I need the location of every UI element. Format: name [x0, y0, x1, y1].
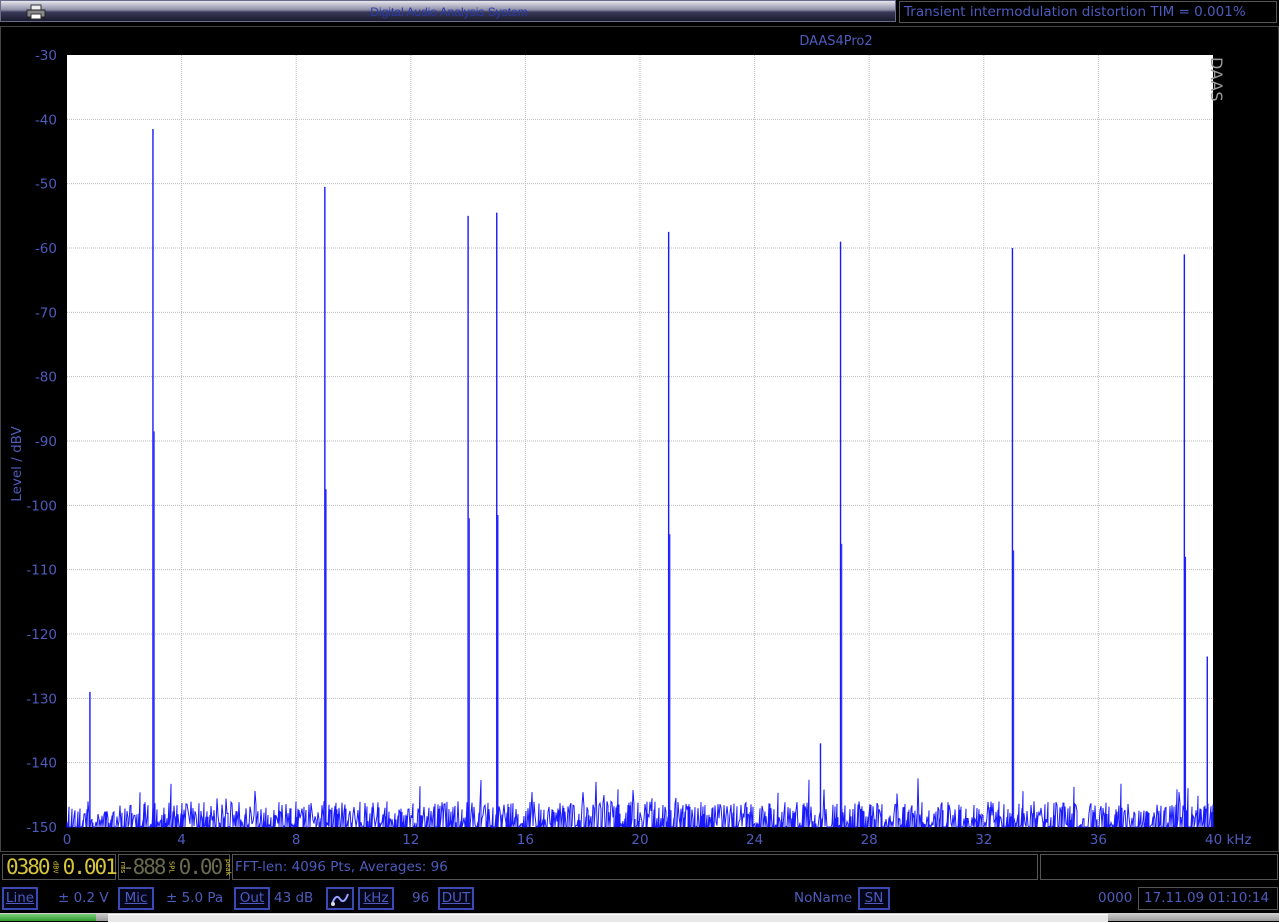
y-axis-labels: -30 -40 -50 -60 -70 -80 -90 -100 -110 -120 -130 -14…	[26, 48, 57, 836]
status-empty-panel	[1040, 854, 1278, 880]
line-range-value: ± 0.2 V	[58, 890, 109, 906]
y-tick-label: -150	[26, 820, 57, 836]
spl-value: -888	[122, 855, 167, 879]
y-tick-label: -90	[35, 434, 57, 450]
title-panel: Digital Audio Analysis System	[0, 0, 896, 22]
y-axis-title: Level / dBV	[9, 426, 25, 502]
sample-rate-button[interactable]: kHz	[358, 887, 394, 910]
serial-number-button[interactable]: SN	[858, 887, 890, 910]
x-tick-label: 12	[402, 832, 419, 848]
daas-watermark: DAAS	[1207, 57, 1226, 102]
chart-title: DAAS4Pro2	[799, 34, 872, 49]
y-tick-label: -60	[35, 241, 57, 257]
rms-value: 0.001	[62, 855, 118, 879]
app-title: Digital Audio Analysis System	[370, 5, 528, 19]
x-tick-label: 40 kHz	[1205, 832, 1252, 848]
measurement-title: Transient intermodulation distortion TIM…	[899, 1, 1277, 23]
spl-unit: SPL	[167, 860, 176, 874]
y-tick-label: -100	[26, 498, 57, 514]
level-value: 0380	[6, 855, 51, 879]
datetime-display: 17.11.09 01:10:14	[1138, 887, 1278, 910]
x-tick-label: 8	[292, 832, 301, 848]
y-tick-label: -80	[35, 370, 57, 386]
dut-name-value: NoName	[794, 890, 853, 906]
output-level-value: 43 dB	[274, 890, 314, 906]
x-tick-label: 24	[746, 832, 763, 848]
sample-rate-value: 96	[412, 890, 430, 906]
x-axis-labels: 0 4 8 12 16 20 24 28 32 36 40 kHz	[63, 832, 1252, 848]
start-button[interactable]	[0, 914, 96, 921]
y-tick-label: -30	[35, 48, 57, 64]
generator-icon	[330, 893, 350, 911]
plot-frame: -30 -40 -50 -60 -70 -80 -90 -100 -110 -120 -130 -14…	[0, 26, 1279, 852]
x-tick-label: 36	[1090, 832, 1107, 848]
y-tick-label: -130	[26, 691, 57, 707]
spectrum-chart[interactable]: -30 -40 -50 -60 -70 -80 -90 -100 -110 -120 -130 -14…	[1, 27, 1278, 851]
mic-range-value: ± 5.0 Pa	[166, 890, 224, 906]
line-input-button[interactable]: Line	[2, 887, 38, 910]
signal-generator-button[interactable]	[326, 887, 354, 910]
title-bar: Digital Audio Analysis System Transient …	[0, 0, 1279, 24]
fft-info: FFT-len: 4096 Pts, Averages: 96	[232, 854, 1038, 880]
output-button[interactable]: Out	[234, 887, 270, 910]
level-unit: dBV	[51, 860, 60, 874]
x-tick-label: 16	[517, 832, 534, 848]
control-bar: Line ± 0.2 V Mic ± 5.0 Pa Out 43 dB kHz …	[0, 885, 1279, 913]
peak-value: 0.00	[178, 855, 224, 879]
y-tick-label: -120	[26, 627, 57, 643]
level-readout: 0380 dBV 0.001 rms	[2, 854, 127, 880]
y-tick-label: -140	[26, 756, 57, 772]
status-bar-readouts: 0380 dBV 0.001 rms -888 SPL 0.00 peak FF…	[0, 853, 1279, 883]
y-tick-label: -110	[26, 563, 57, 579]
y-tick-label: -50	[35, 177, 57, 193]
x-tick-label: 32	[975, 832, 992, 848]
y-tick-label: -40	[35, 112, 57, 128]
x-tick-label: 20	[631, 832, 648, 848]
x-tick-label: 0	[63, 832, 72, 848]
serial-number-value: 0000	[1098, 890, 1133, 906]
x-tick-label: 28	[861, 832, 878, 848]
peak-unit: peak	[224, 858, 233, 876]
y-tick-label: -70	[35, 305, 57, 321]
spl-readout: -888 SPL 0.00 peak	[118, 854, 233, 880]
x-tick-label: 4	[177, 832, 186, 848]
mic-input-button[interactable]: Mic	[118, 887, 154, 910]
dut-button[interactable]: DUT	[438, 887, 474, 910]
